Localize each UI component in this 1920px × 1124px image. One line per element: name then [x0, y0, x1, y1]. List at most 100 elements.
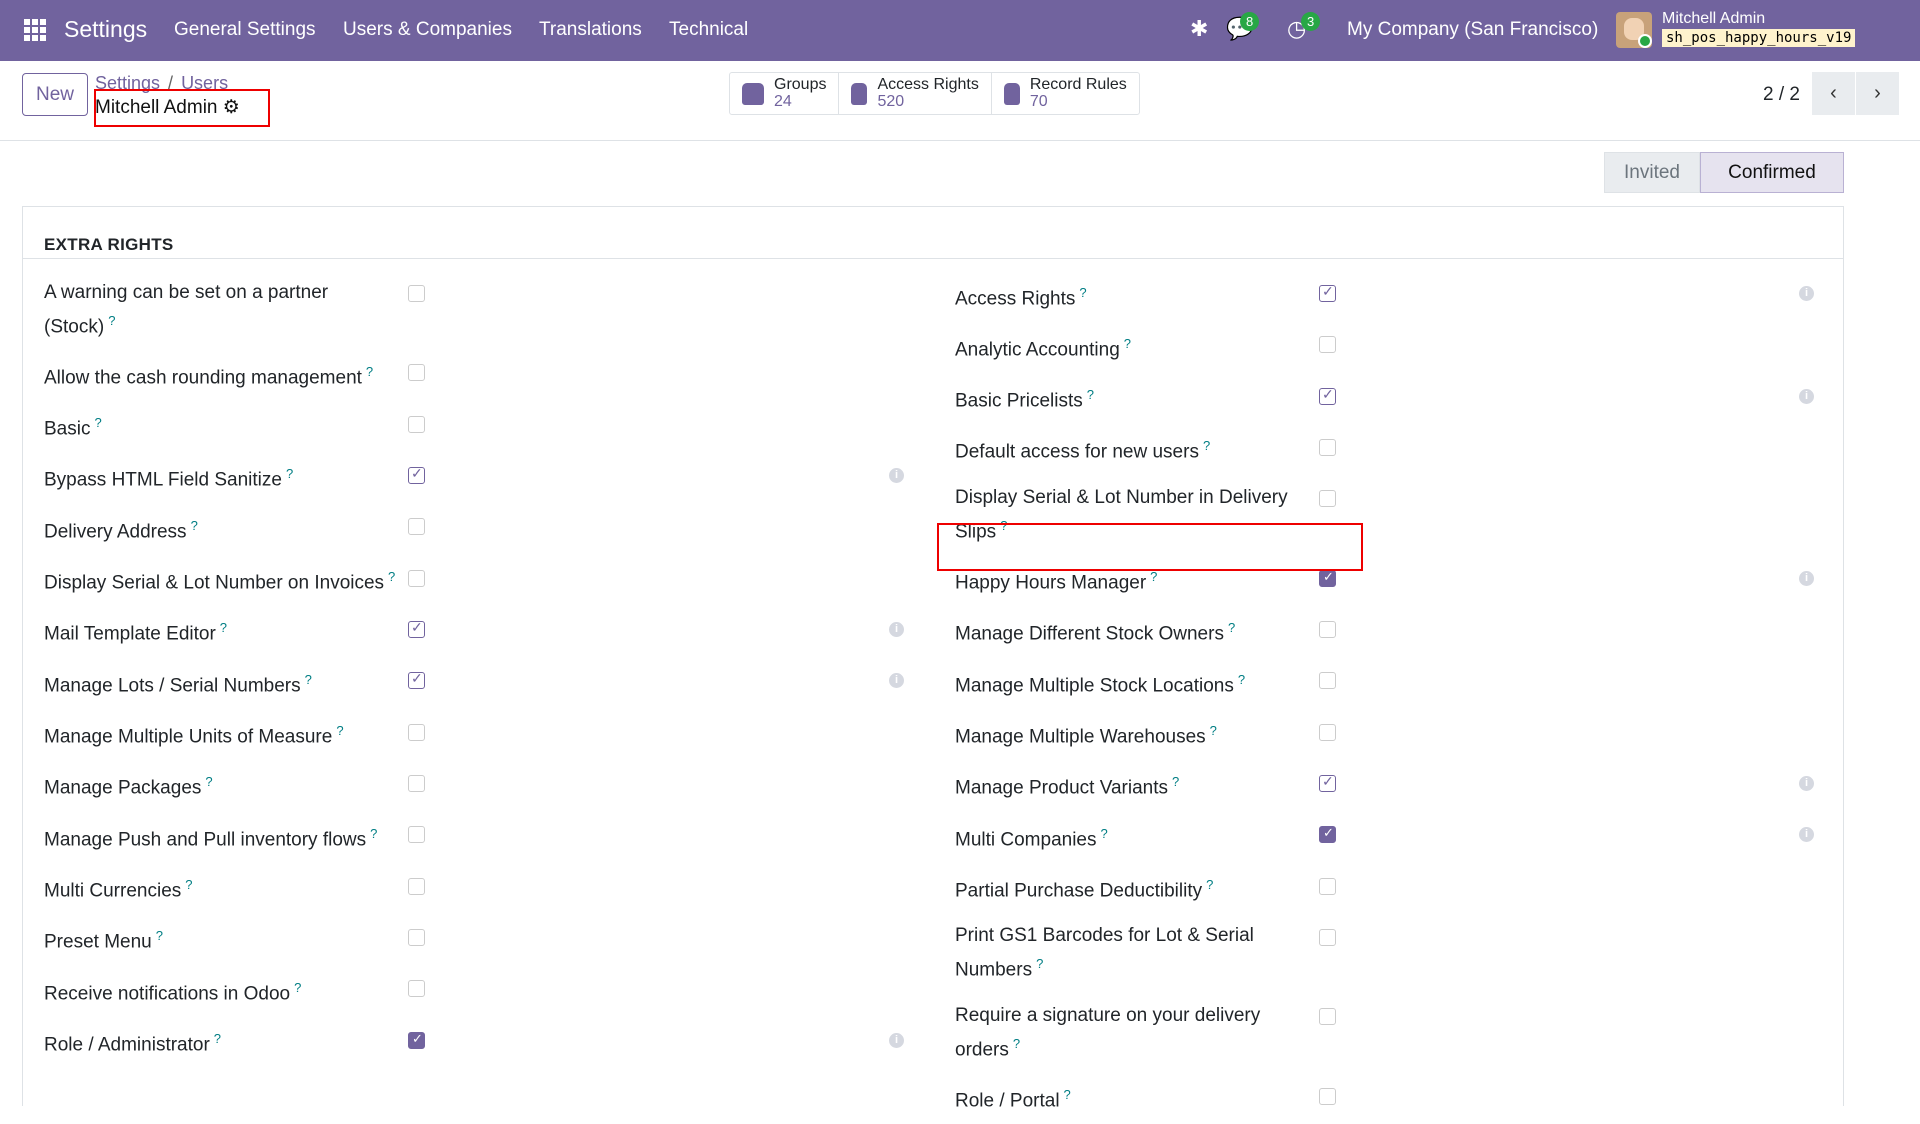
field-row-manage-lots-serial-numbers: Manage Lots / Serial Numbers? i: [44, 657, 904, 708]
stage-confirmed[interactable]: Confirmed: [1700, 152, 1844, 193]
checkbox-require-a-signature-on-your-delivery-orders[interactable]: [1319, 1008, 1336, 1026]
checkbox-preset-menu[interactable]: [408, 928, 425, 946]
help-tooltip-icon[interactable]: ?: [1101, 826, 1108, 841]
next-record-button[interactable]: ›: [1856, 72, 1899, 115]
info-icon[interactable]: i: [889, 621, 904, 637]
checkbox-print-gs1-barcodes-for-lot-serial-numbers[interactable]: [1319, 928, 1336, 946]
help-tooltip-icon[interactable]: ?: [1124, 336, 1131, 351]
help-tooltip-icon[interactable]: ?: [1150, 569, 1157, 584]
menu-general-settings[interactable]: General Settings: [174, 19, 316, 41]
checkbox-default-access-for-new-users[interactable]: [1319, 438, 1336, 456]
info-icon[interactable]: i: [889, 467, 904, 483]
checkbox-manage-different-stock-owners[interactable]: [1319, 620, 1336, 638]
checkbox-manage-packages[interactable]: [408, 774, 425, 792]
checkbox-delivery-address[interactable]: [408, 518, 425, 536]
field-row-a-warning-can-be-set-on-a-partner-stock: A warning can be set on a partner (Stock…: [44, 270, 425, 349]
bug-icon[interactable]: ✱: [1190, 16, 1208, 42]
help-tooltip-icon[interactable]: ?: [1228, 620, 1235, 635]
help-tooltip-icon[interactable]: ?: [1079, 285, 1086, 300]
help-tooltip-icon[interactable]: ?: [370, 826, 377, 841]
checkbox-basic[interactable]: [408, 415, 425, 433]
checkbox-manage-multiple-units-of-measure[interactable]: [408, 723, 425, 741]
help-tooltip-icon[interactable]: ?: [388, 569, 395, 584]
help-tooltip-icon[interactable]: ?: [191, 518, 198, 533]
checkbox-partial-purchase-deductibility[interactable]: [1319, 877, 1336, 895]
checkbox-a-warning-can-be-set-on-a-partner-stock[interactable]: [408, 285, 425, 302]
help-tooltip-icon[interactable]: ?: [366, 364, 373, 379]
checkbox-mail-template-editor[interactable]: [408, 619, 425, 638]
info-icon[interactable]: i: [889, 1032, 904, 1048]
info-icon[interactable]: i: [1799, 570, 1814, 586]
label-text: Manage Multiple Units of Measure: [44, 726, 333, 748]
field-row-manage-multiple-warehouses: Manage Multiple Warehouses?: [955, 709, 1336, 760]
highlight-box: [94, 89, 270, 127]
checkbox-manage-product-variants[interactable]: [1319, 773, 1336, 792]
help-tooltip-icon[interactable]: ?: [205, 774, 212, 789]
checkbox-bypass-html-field-sanitize[interactable]: [408, 465, 425, 484]
checkbox-happy-hours-manager[interactable]: [1319, 569, 1336, 587]
checkbox-multi-companies[interactable]: [1319, 825, 1336, 844]
record-rules-button[interactable]: Record Rules 70: [992, 73, 1139, 114]
stage-invited[interactable]: Invited: [1604, 152, 1700, 193]
field-label: Basic Pricelists?: [955, 381, 1310, 415]
previous-record-button[interactable]: ‹: [1812, 72, 1855, 115]
help-tooltip-icon[interactable]: ?: [1172, 774, 1179, 789]
checkbox-multi-currencies[interactable]: [408, 877, 425, 895]
help-tooltip-icon[interactable]: ?: [156, 928, 163, 943]
field-label: Mail Template Editor?: [44, 614, 399, 648]
menu-users-companies[interactable]: Users & Companies: [343, 19, 512, 41]
label-text: Basic: [44, 418, 91, 440]
info-icon[interactable]: i: [1799, 388, 1814, 404]
label-text: Allow the cash rounding management: [44, 367, 362, 389]
access-rights-button[interactable]: Access Rights 520: [839, 73, 992, 114]
help-tooltip-icon[interactable]: ?: [305, 672, 312, 687]
pager-value[interactable]: 2 / 2: [1763, 84, 1800, 106]
help-tooltip-icon[interactable]: ?: [1206, 877, 1213, 892]
help-tooltip-icon[interactable]: ?: [286, 466, 293, 481]
help-tooltip-icon[interactable]: ?: [185, 877, 192, 892]
smart-buttons: Groups 24 Access Rights 520 Record Rules 70: [729, 72, 1140, 115]
checkbox-manage-multiple-stock-locations[interactable]: [1319, 672, 1336, 690]
help-tooltip-icon[interactable]: ?: [1013, 1036, 1020, 1051]
messages-icon[interactable]: 💬 8: [1226, 12, 1260, 42]
app-name[interactable]: Settings: [64, 16, 147, 43]
checkbox-role-administrator[interactable]: [408, 1031, 425, 1049]
field-row-allow-the-cash-rounding-management: Allow the cash rounding management?: [44, 349, 425, 400]
help-tooltip-icon[interactable]: ?: [214, 1031, 221, 1046]
help-tooltip-icon[interactable]: ?: [108, 313, 115, 328]
checkbox-role-portal[interactable]: [1319, 1087, 1336, 1105]
activities-clock-icon[interactable]: ◷ 3: [1287, 12, 1321, 42]
apps-menu-icon[interactable]: [24, 19, 46, 41]
new-button[interactable]: New: [22, 73, 88, 116]
help-tooltip-icon[interactable]: ?: [1087, 387, 1094, 402]
info-icon[interactable]: i: [1799, 775, 1814, 791]
company-switcher[interactable]: My Company (San Francisco): [1347, 19, 1598, 41]
field-label: Manage Push and Pull inventory flows?: [44, 820, 399, 854]
label-text: Manage Push and Pull inventory flows: [44, 829, 367, 851]
help-tooltip-icon[interactable]: ?: [1203, 438, 1210, 453]
help-tooltip-icon[interactable]: ?: [1210, 723, 1217, 738]
checkbox-display-serial-lot-number-in-delivery-slips[interactable]: [1319, 490, 1336, 508]
help-tooltip-icon[interactable]: ?: [94, 415, 101, 430]
checkbox-access-rights[interactable]: [1319, 283, 1336, 302]
checkbox-manage-push-and-pull-inventory-flows[interactable]: [408, 826, 425, 844]
checkbox-manage-multiple-warehouses[interactable]: [1319, 723, 1336, 741]
help-tooltip-icon[interactable]: ?: [1238, 672, 1245, 687]
help-tooltip-icon[interactable]: ?: [294, 980, 301, 995]
checkbox-analytic-accounting[interactable]: [1319, 336, 1336, 354]
checkbox-manage-lots-serial-numbers[interactable]: [408, 670, 425, 690]
info-icon[interactable]: i: [1799, 286, 1814, 301]
groups-button[interactable]: Groups 24: [730, 73, 840, 114]
help-tooltip-icon[interactable]: ?: [1064, 1087, 1071, 1102]
help-tooltip-icon[interactable]: ?: [1036, 956, 1043, 971]
menu-technical[interactable]: Technical: [669, 19, 748, 41]
checkbox-allow-the-cash-rounding-management[interactable]: [408, 364, 425, 382]
label-text: Print GS1 Barcodes for Lot & Serial Numb…: [955, 925, 1254, 981]
help-tooltip-icon[interactable]: ?: [336, 723, 343, 738]
menu-translations[interactable]: Translations: [539, 19, 642, 41]
user-name[interactable]: Mitchell Admin: [1662, 10, 1765, 28]
checkbox-receive-notifications-in-odoo[interactable]: [408, 980, 425, 998]
help-tooltip-icon[interactable]: ?: [220, 620, 227, 635]
checkbox-display-serial-lot-number-on-invoices[interactable]: [408, 569, 425, 587]
checkbox-basic-pricelists[interactable]: [1319, 386, 1336, 405]
